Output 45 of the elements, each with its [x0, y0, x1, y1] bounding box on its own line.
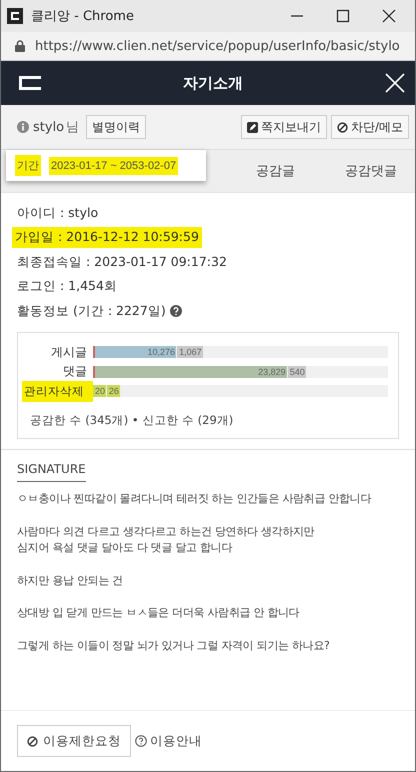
- bar-segment: 23,829: [93, 366, 288, 378]
- block-icon: [27, 736, 38, 746]
- logo-icon: [19, 76, 41, 90]
- bar-label: 관리자삭제: [22, 380, 93, 402]
- user-name: stylo 님: [33, 119, 80, 136]
- send-message-button[interactable]: 쪽지보내기: [240, 115, 327, 139]
- info-text: 로그인 : 1,454회: [17, 278, 117, 296]
- tab[interactable]: 공감댓글: [313, 162, 415, 180]
- header-title: 자기소개: [182, 74, 244, 92]
- report-button[interactable]: 이용제한요청: [17, 725, 131, 757]
- bar-segment: 26: [106, 385, 121, 398]
- period-value: 2023-01-17 ~ 2053-02-07: [49, 156, 178, 174]
- info-text: 최종접속일 : 2023-01-17 09:17:32: [17, 254, 227, 271]
- close-button[interactable]: [381, 8, 397, 24]
- help-icon[interactable]: [170, 305, 182, 318]
- block-memo-button[interactable]: 차단/메모: [330, 115, 409, 139]
- nickname-history-button[interactable]: 별명이력: [86, 115, 146, 139]
- signature-text: 사람마다 의견 다르고 생각다르고 하는건 당연하다 생각하지만 심지어 욕설 댓글 달아도 다 댓글 달고 합니다: [17, 524, 316, 556]
- block-icon: [336, 122, 348, 132]
- signature-text: ㅇㅂ충이나 찐따같이 몰려다니며 테러짓 하는 인간들은 사람취급 안합니다: [17, 491, 372, 507]
- bar-label: 게시글: [50, 344, 88, 361]
- signature-title: SIGNATURE: [17, 458, 86, 482]
- activity-title: 활동정보 (기간 : 2227일): [17, 302, 166, 320]
- bar-label: 댓글: [62, 363, 88, 380]
- close-icon[interactable]: [385, 73, 405, 93]
- bar-segment: 10,276: [93, 346, 178, 358]
- tab[interactable]: 공감글: [224, 162, 313, 180]
- signature-text: 상대방 입 닫게 만드는 ㅂㅅ들은 더더욱 사람취급 안 합니다: [17, 605, 300, 621]
- guide-link[interactable]: 이용안내: [135, 732, 202, 750]
- maximize-button[interactable]: [335, 8, 351, 24]
- pencil-icon: [246, 122, 258, 132]
- signature-text: 그렇게 하는 이들이 정말 뇌가 있거나 그럴 자격이 되기는 하나요?: [17, 638, 331, 654]
- period-label: 기간: [15, 155, 41, 176]
- lock-icon: [15, 40, 25, 52]
- bar-segment: 20: [93, 385, 107, 398]
- help-icon: [135, 735, 147, 747]
- info-text: 아이디 : stylo: [17, 204, 98, 222]
- bar-segment: 540: [288, 366, 307, 378]
- info-text: 가입일 : 2016-12-12 10:59:59: [12, 227, 202, 248]
- app-icon: [7, 8, 23, 24]
- info-icon: [17, 121, 29, 133]
- signature-text: 하지만 용납 안되는 건: [17, 572, 124, 588]
- window-title: 클리앙 - Chrome: [31, 8, 135, 25]
- summary-text: 공감한 수 (345개) • 신고한 수 (29개): [29, 413, 234, 428]
- bar-segment: 1,067: [177, 346, 204, 358]
